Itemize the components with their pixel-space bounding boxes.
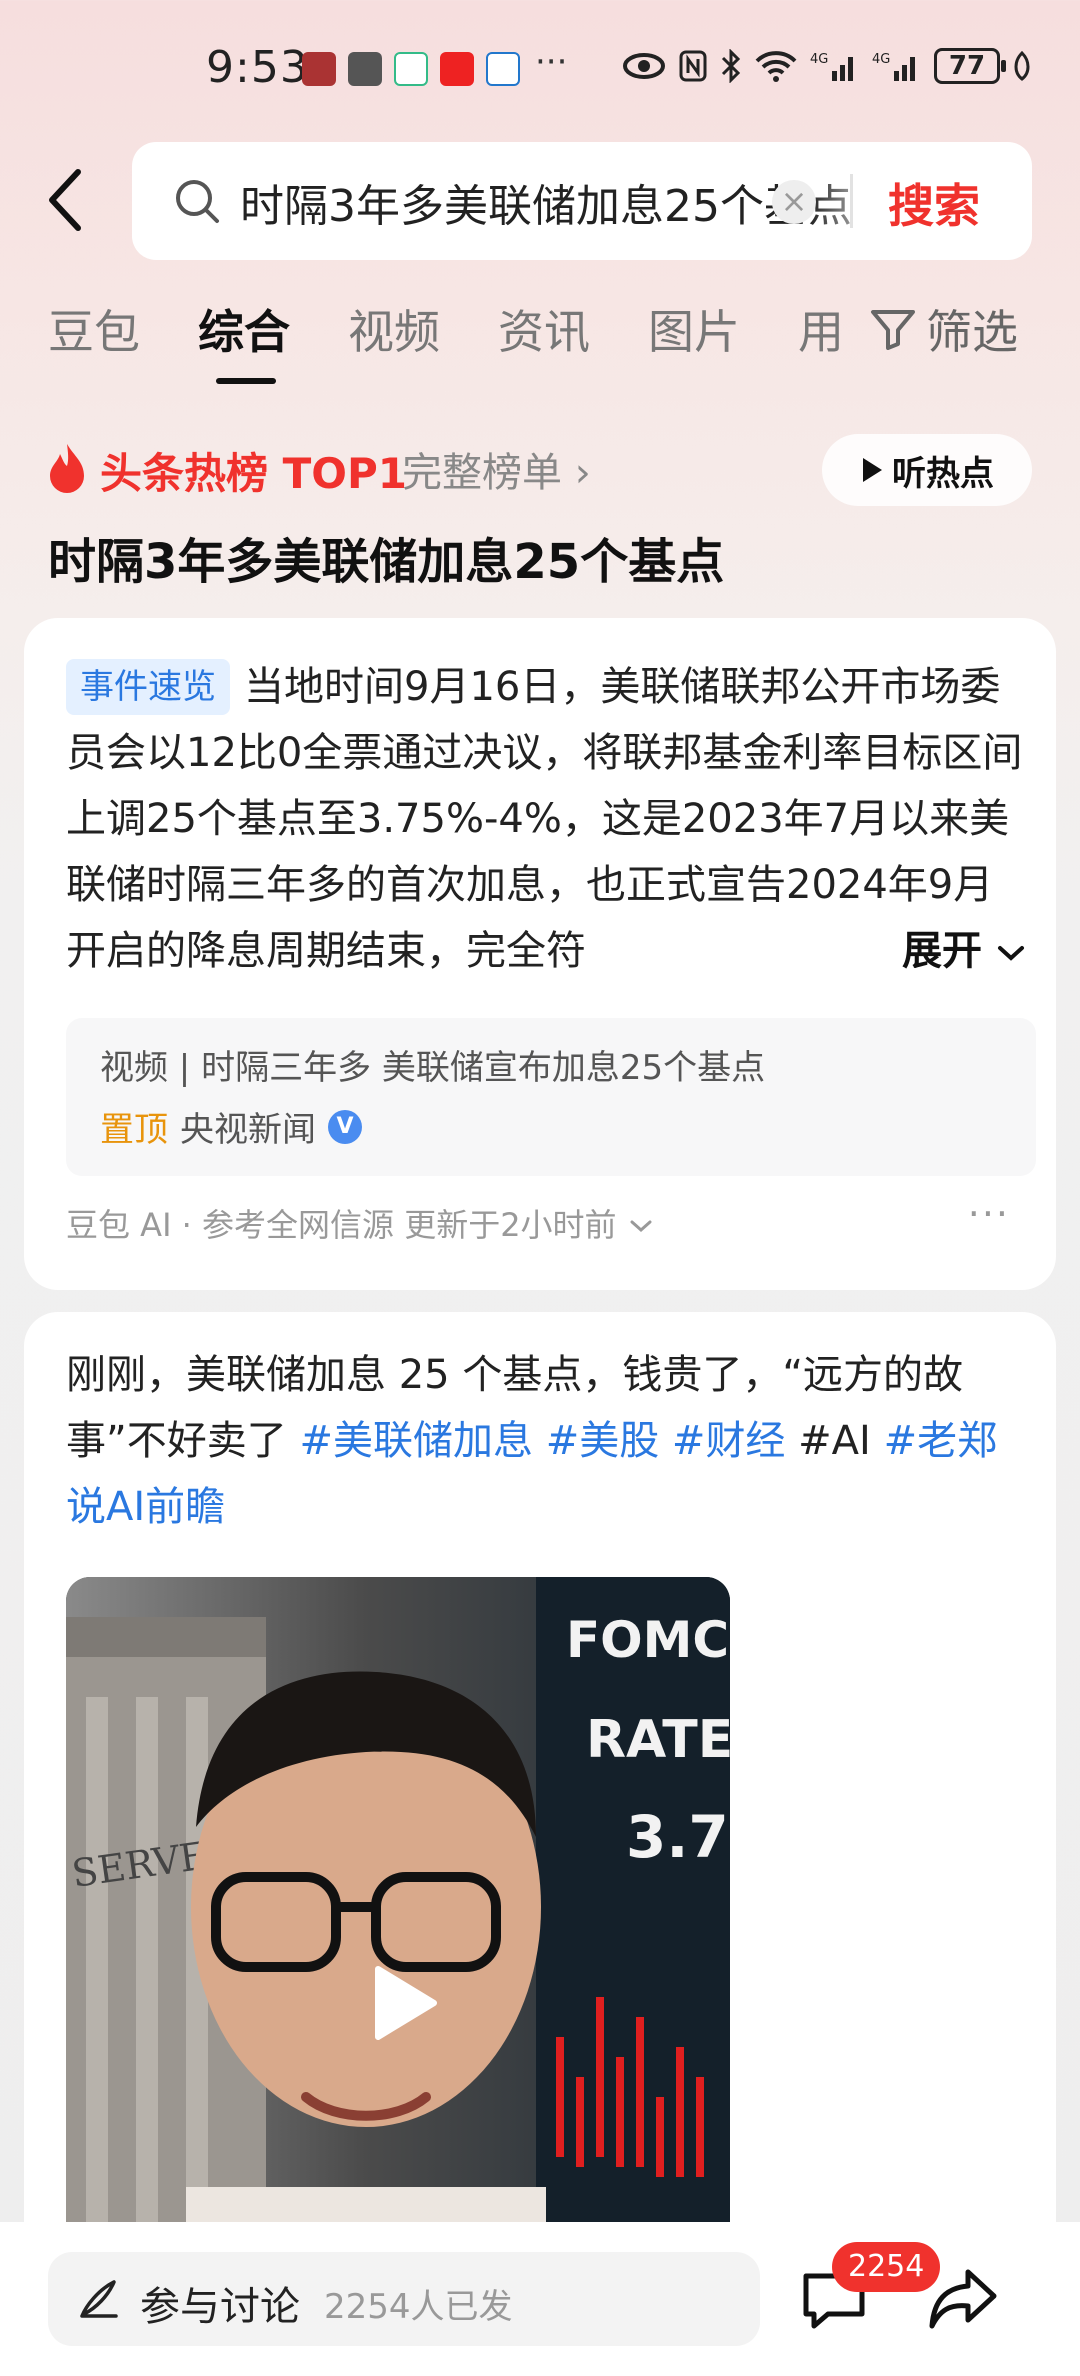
expand-button[interactable]: 展开: [812, 918, 1026, 984]
signal-4g-icon: 4G: [810, 52, 853, 81]
system-icons: 4G 4G 77: [622, 48, 1032, 84]
discussion-count: 2254人已发: [324, 2287, 513, 2327]
tab-doubao[interactable]: 豆包: [48, 296, 140, 362]
app-notification-icon: [348, 52, 382, 86]
app-notification-icon: [440, 52, 474, 86]
share-icon[interactable]: [928, 2266, 998, 2332]
event-tag: 事件速览: [66, 659, 230, 715]
event-summary-card: 事件速览 当地时间9月16日，美联储联邦公开市场委员会以12比0全票通过决议，将联…: [24, 618, 1056, 1290]
more-options-icon[interactable]: ···: [968, 1192, 1010, 1236]
search-button[interactable]: 搜索: [888, 170, 980, 236]
filter-label: 筛选: [926, 305, 1018, 359]
search-icon: [176, 180, 219, 223]
summary-body: 事件速览 当地时间9月16日，美联储联邦公开市场委员会以12比0全票通过决议，将联…: [66, 654, 1026, 984]
hashtag[interactable]: #美联储加息: [299, 1418, 533, 1464]
chevron-down-icon: [998, 946, 1024, 961]
battery-icon: 77: [934, 48, 1006, 84]
video-thumbnail[interactable]: SERVE FOMC RATE H 3.75: [66, 1577, 730, 2277]
hashtag[interactable]: #财经: [672, 1418, 786, 1464]
full-ranking-link[interactable]: 完整榜单 ›: [402, 440, 591, 498]
tab-comprehensive[interactable]: 综合: [198, 296, 290, 362]
comment-count-badge: 2254: [832, 2242, 941, 2292]
filter-icon: [871, 310, 915, 350]
discussion-input[interactable]: 参与讨论 2254人已发: [48, 2252, 760, 2346]
chevron-down-icon: [630, 1220, 652, 1233]
plain-tag: #AI: [798, 1418, 871, 1464]
svg-text:4G: 4G: [872, 52, 890, 67]
svg-text:4G: 4G: [810, 52, 828, 67]
tab-users[interactable]: 用: [798, 296, 844, 362]
post-card[interactable]: 刚刚，美联储加息 25 个基点，钱贵了，“远方的故事”不好卖了 #美联储加息 #…: [24, 1312, 1056, 2376]
summary-meta[interactable]: 豆包 AI · 参考全网信源 更新于2小时前: [66, 1200, 655, 1246]
eye-icon: [623, 53, 665, 79]
topic-title: 时隔3年多美联储加息25个基点: [48, 534, 725, 590]
signal-4g-icon: 4G: [872, 52, 915, 81]
divider: [850, 174, 853, 228]
video-text-rate: RATE H: [586, 1710, 730, 1770]
filter-button[interactable]: 筛选: [870, 296, 1018, 362]
nfc-icon: [679, 50, 707, 82]
app-notification-icon: [302, 52, 336, 86]
source-name: 央视新闻: [180, 1110, 316, 1150]
video-frame-image: SERVE FOMC RATE H 3.75: [66, 1577, 730, 2277]
fire-icon: [50, 444, 84, 493]
tab-bar: 豆包 综合 视频 资讯 图片 用 筛选: [0, 296, 1080, 386]
tab-news[interactable]: 资讯: [498, 296, 590, 362]
reference-source: 置顶 央视新闻 V: [100, 1102, 362, 1151]
tab-video[interactable]: 视频: [348, 296, 440, 362]
discussion-label: 参与讨论: [140, 2284, 300, 2330]
reference-video-box[interactable]: 视频 | 时隔三年多 美联储宣布加息25个基点 置顶 央视新闻 V: [66, 1018, 1036, 1176]
pen-icon: [80, 2280, 118, 2318]
bluetooth-icon: [721, 49, 741, 83]
play-video-icon[interactable]: [358, 1961, 442, 2045]
notification-icons: [302, 52, 520, 86]
back-icon[interactable]: [38, 164, 98, 236]
reference-title: 视频 | 时隔三年多 美联储宣布加息25个基点: [100, 1048, 766, 1088]
clear-icon[interactable]: ×: [772, 180, 816, 224]
app-notification-icon: [486, 52, 520, 86]
play-icon: [863, 458, 882, 482]
more-notifications-icon: ···: [535, 42, 568, 82]
post-text: 刚刚，美联储加息 25 个基点，钱贵了，“远方的故事”不好卖了 #美联储加息 #…: [66, 1342, 1026, 1540]
wifi-icon: [755, 51, 797, 82]
status-bar: 9:53 ··· 4G 4G 77: [0, 0, 1080, 140]
status-time: 9:53: [206, 42, 309, 93]
active-tab-indicator: [216, 378, 276, 384]
tab-images[interactable]: 图片: [648, 296, 740, 362]
video-text-fomc: FOMC: [566, 1611, 729, 1669]
verified-icon: V: [328, 1109, 362, 1144]
search-bar[interactable]: 时隔3年多美联储加息25个基点 × 搜索: [132, 142, 1032, 260]
pinned-tag: 置顶: [100, 1110, 168, 1150]
app-notification-icon: [394, 52, 428, 86]
meta-text: 豆包 AI · 参考全网信源 更新于2小时前: [66, 1206, 617, 1244]
leaf-icon: [1014, 51, 1030, 81]
listen-label: 听热点: [892, 453, 994, 494]
expand-label: 展开: [902, 928, 983, 974]
hot-board-label: 头条热榜 TOP1: [100, 449, 407, 498]
video-text-rate-value: 3.75: [626, 1803, 730, 1871]
hashtag[interactable]: #美股: [546, 1418, 660, 1464]
listen-hot-button[interactable]: 听热点: [822, 434, 1032, 506]
